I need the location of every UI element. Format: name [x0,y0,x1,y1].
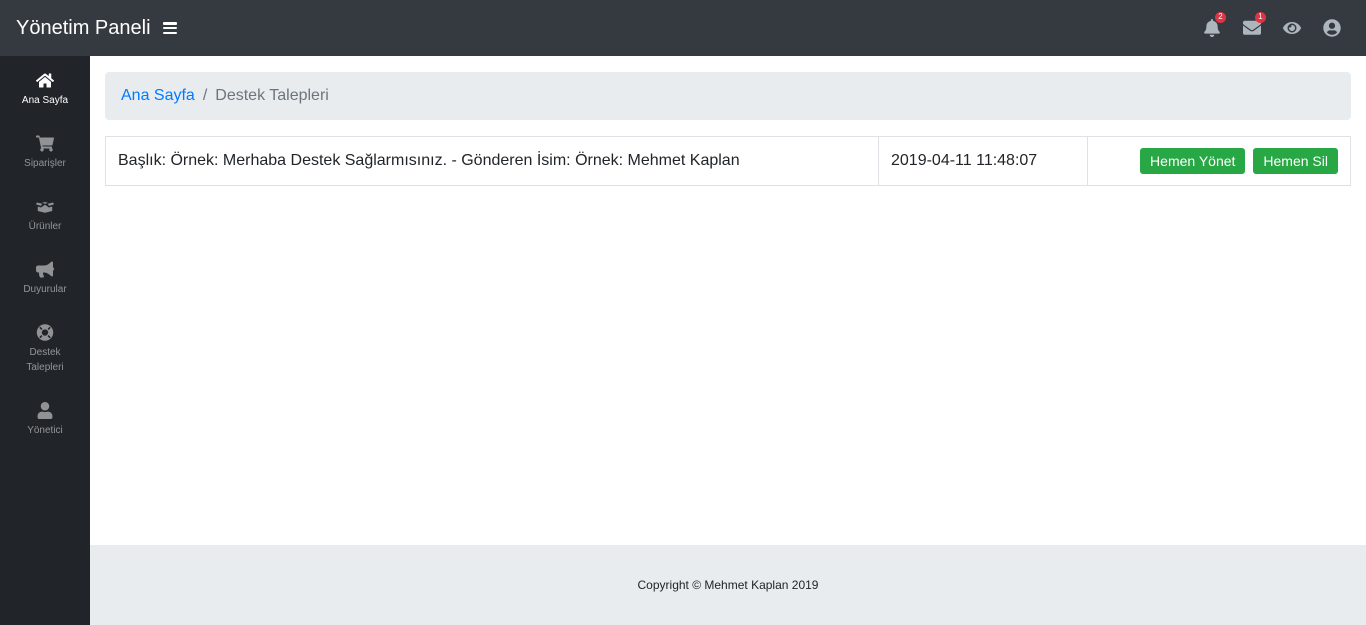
sidebar-item-label: Ana Sayfa [21,95,69,106]
footer: Copyright © Mehmet Kaplan 2019 [90,545,1366,625]
boxes-icon [36,202,54,213]
delete-button[interactable]: Hemen Sil [1253,148,1338,174]
manage-button[interactable]: Hemen Yönet [1140,148,1246,174]
sidebar-item-yonetici[interactable]: Yönetici [0,386,90,449]
top-navbar: Yönetim Paneli 2 1 [0,0,1366,56]
breadcrumb-separator: / [202,87,208,104]
breadcrumb-current: Destek Talepleri [215,87,329,104]
menu-icon[interactable] [162,22,177,34]
table-row: Başlık: Örnek: Merhaba Destek Sağlarmısı… [105,136,1351,186]
ticket-date: 2019-04-11 11:48:07 [879,137,1088,185]
user-circle-icon[interactable] [1323,19,1341,37]
sidebar-item-urunler[interactable]: Ürünler [0,182,90,245]
eye-icon[interactable] [1283,19,1301,37]
ticket-actions: Hemen Yönet Hemen Sil [1088,137,1350,185]
sidebar-item-destek-talepleri[interactable]: Destek Talepleri [0,308,90,386]
bullhorn-icon [36,261,54,278]
sidebar-item-label: Ürünler [28,221,62,232]
bell-icon[interactable]: 2 [1203,12,1226,37]
sidebar: Ana Sayfa Siparişler Ürünler Duyurular D… [0,56,90,625]
life-ring-icon [36,324,54,341]
copyright-text: Copyright © Mehmet Kaplan 2019 [637,578,819,592]
messages-badge: 1 [1255,12,1266,23]
ticket-summary: Başlık: Örnek: Merhaba Destek Sağlarmısı… [106,137,879,185]
home-icon [36,73,54,88]
sidebar-item-label: Siparişler [24,158,66,169]
sidebar-item-siparisler[interactable]: Siparişler [0,119,90,182]
sidebar-item-label: Destek Talepleri [26,347,64,373]
brand-title[interactable]: Yönetim Paneli [16,17,151,40]
user-icon [37,402,53,419]
sidebar-item-label: Duyurular [23,284,67,295]
main-content: Ana Sayfa / Destek Talepleri Başlık: Örn… [90,56,1366,545]
brand: Yönetim Paneli [16,17,177,40]
notifications-badge: 2 [1215,12,1226,23]
cart-icon [36,135,54,152]
sidebar-item-label: Yönetici [27,425,63,436]
top-icons: 2 1 [1181,0,1366,56]
sidebar-item-ana-sayfa[interactable]: Ana Sayfa [0,56,90,119]
breadcrumb: Ana Sayfa / Destek Talepleri [105,72,1351,120]
breadcrumb-home-link[interactable]: Ana Sayfa [121,87,195,105]
sidebar-item-duyurular[interactable]: Duyurular [0,245,90,308]
envelope-icon[interactable]: 1 [1243,12,1266,37]
